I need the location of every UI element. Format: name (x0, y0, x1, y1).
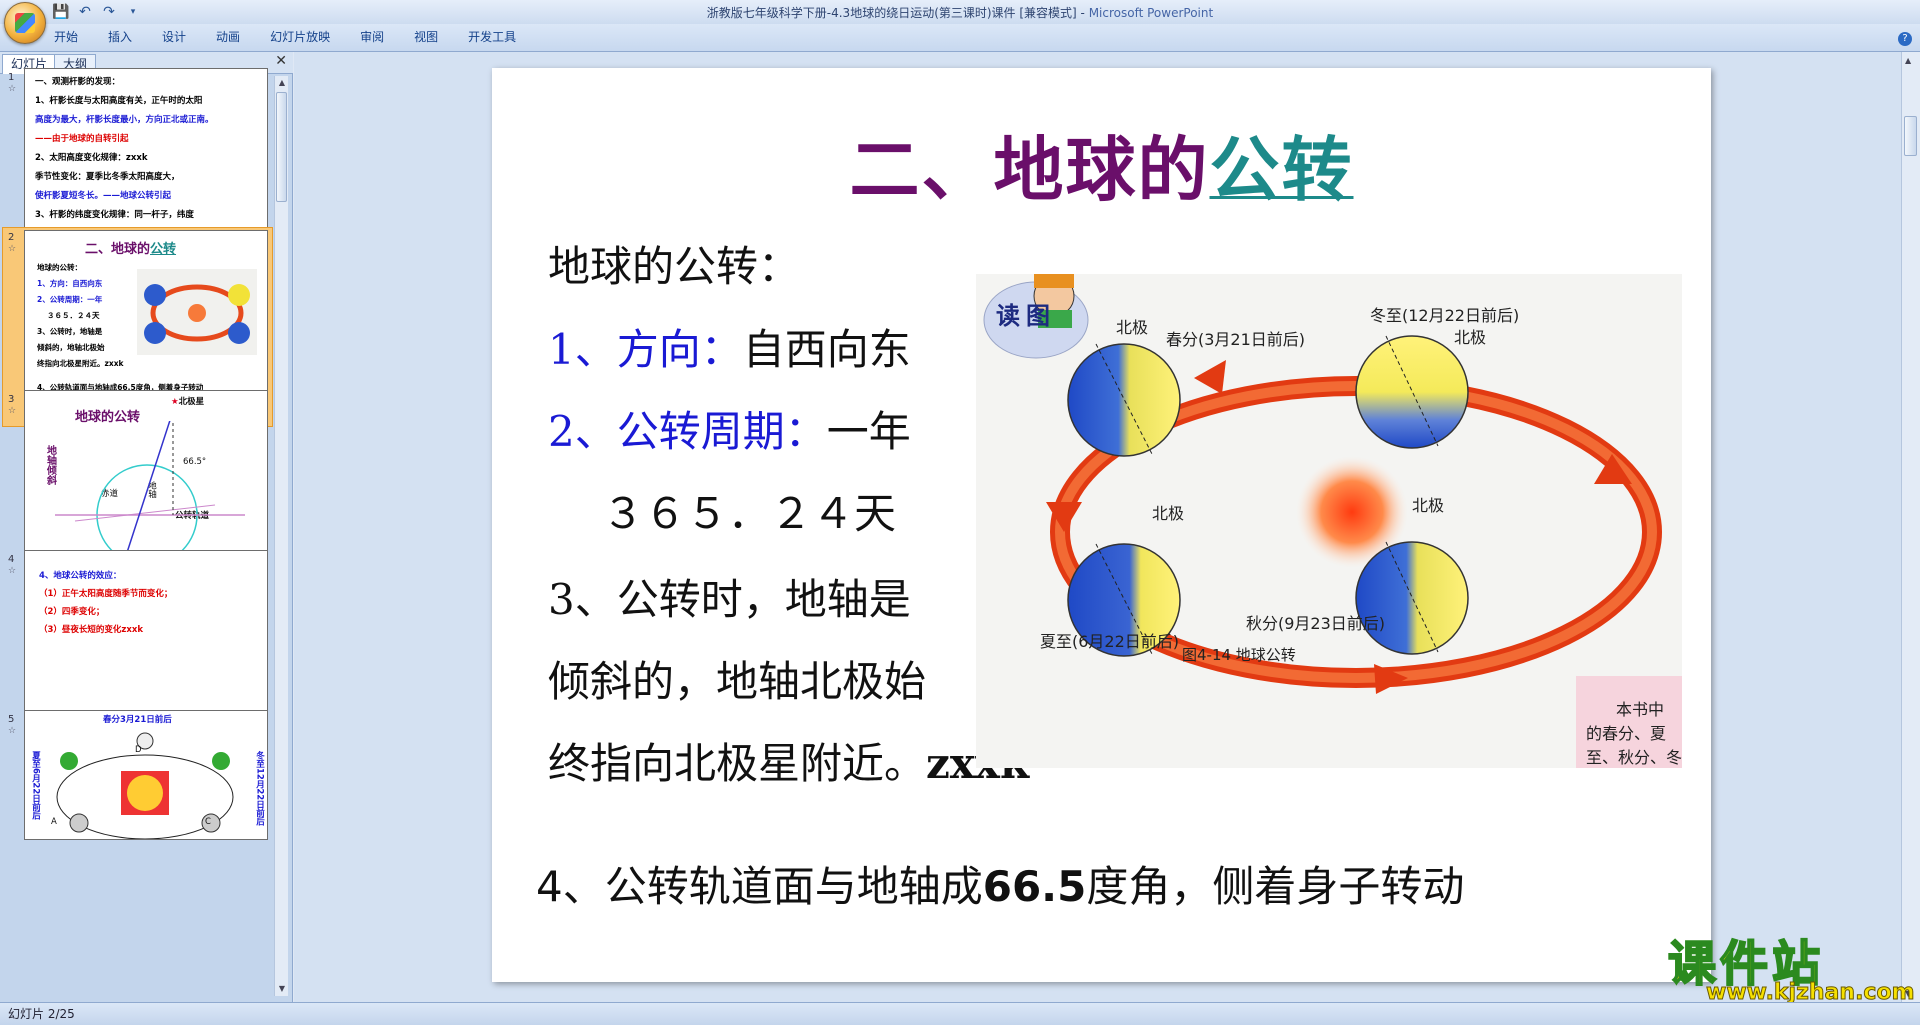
thumb-text-line: ——由于地球的自转引起 (35, 134, 129, 144)
body-line-period: 2、公转周期：一年 (548, 407, 911, 456)
thumb-text-line: 地球的公转： (37, 263, 82, 272)
body-line-angle: 4、公转轨道面与地轴成66.5度角，侧着身子转动 (536, 862, 1465, 911)
thumb-text-line: 1、杆影长度与太阳高度有关，正午时的太阳 (35, 96, 203, 106)
thumb-text-line: 1、方向：自西向东 (37, 279, 103, 288)
thumb-number: 4 (8, 554, 15, 565)
ribbon-tab[interactable]: 动画 (212, 26, 244, 47)
thumbnails-scrollbar[interactable]: ▲ ▼ (274, 76, 288, 996)
office-button[interactable] (4, 2, 46, 44)
editor-scrollbar[interactable]: ▲ ▼ (1901, 52, 1920, 1002)
ribbon-tab[interactable]: 视图 (410, 26, 442, 47)
orbit-arrow-icon (1194, 360, 1226, 394)
thumb-label: 夏至6月22日前后 (30, 751, 41, 820)
figure-label: 春分(3月21日前后) (1166, 330, 1306, 349)
thumb-text-line: ３６５．２４天 (47, 311, 100, 320)
body-line-heading: 地球的公转： (548, 242, 801, 291)
thumb-label: C (205, 817, 211, 827)
earth-spring-icon (1067, 343, 1181, 457)
earth-orbit-figure: 读图 北极 春分(3月21日前后) 冬至(12月22日前后) 北极 北极 北极 … (976, 274, 1682, 768)
close-pane-icon[interactable]: ✕ (275, 53, 287, 69)
earth-autumn-icon (1355, 541, 1469, 655)
transition-star-icon: ☆ (8, 244, 17, 254)
thumb-text-line: （1）正午太阳高度随季节而变化； (39, 589, 173, 599)
body-line-direction: 1、方向：自西向东 (548, 325, 911, 374)
thumb-text-line: 3、杆影的纬度变化规律：同一杆子，纬度 (35, 210, 194, 220)
thumb-text-line: 倾斜的，地轴北极始 (37, 343, 105, 352)
ribbon-tab[interactable]: 插入 (104, 26, 136, 47)
thumb-text-line: 2、公转周期：一年 (37, 295, 103, 304)
scroll-thumb[interactable] (276, 92, 287, 202)
transition-star-icon: ☆ (8, 566, 17, 576)
thumb-number: 1 (8, 72, 15, 83)
body-line-axis-a: 3、公转时，地轴是 (548, 575, 911, 624)
thumb-orbit-figure (137, 269, 257, 355)
slide-title: 二、地球的公转 (849, 128, 1354, 211)
body-line-axis-b: 倾斜的，地轴北极始 (548, 657, 927, 706)
thumb-label: 冬至12月22日前后 (254, 751, 265, 826)
scroll-up-icon[interactable]: ▲ (1905, 56, 1911, 65)
ribbon-tab[interactable]: 设计 (158, 26, 190, 47)
thumb-axis-figure (55, 421, 245, 571)
read-figure-badge: 读图 (996, 302, 1056, 330)
thumb-number: 2 (8, 232, 15, 243)
title-bar: 💾 ↶ ↷ ▾ 浙教版七年级科学下册-4.3地球的绕日运动(第三课时)课件 [兼… (0, 0, 1920, 24)
thumb-title: 二、地球的公转 (85, 242, 177, 257)
thumb-text-line: （2）四季变化； (39, 607, 105, 617)
thumb-text-line: （3）昼夜长短的变化zxxk (39, 625, 143, 635)
thumb-number: 5 (8, 714, 15, 725)
thumb-text-line: 使杆影夏短冬长。——地球公转引起 (35, 191, 172, 201)
slide-thumbnail-5[interactable]: 春分3月21日前后 夏至6月22日前后 冬至12月22日前后 D A C (24, 710, 268, 840)
thumb-number: 3 (8, 394, 15, 405)
site-watermark: 课件站 www.kjzhan.com (1667, 924, 1915, 1006)
office-logo-icon (15, 13, 35, 33)
transition-star-icon: ☆ (8, 84, 17, 94)
figure-label: 秋分(9月23日前后) (1246, 614, 1386, 633)
thumb-text-line: 一、观测杆影的发现： (35, 77, 121, 87)
figure-note: 本书中 的春分、夏 至、秋分、冬 (1576, 676, 1682, 768)
scroll-up-icon[interactable]: ▲ (275, 76, 289, 90)
figure-caption: 图4-14 地球公转 (1182, 646, 1296, 664)
figure-label: 冬至(12月22日前后) (1370, 306, 1520, 325)
thumb-text-line: 高度为最大，杆影长度最小，方向正北或正南。 (35, 115, 214, 125)
figure-label: 北极 (1152, 504, 1185, 523)
thumb-text-line: 4、地球公转的效应： (39, 571, 122, 581)
ribbon-tabs: 开始 插入 设计 动画 幻灯片放映 审阅 视图 开发工具 (50, 26, 520, 47)
current-slide[interactable]: 二、地球的公转 地球的公转： 1、方向：自西向东 2、公转周期：一年 ３６５．２… (492, 68, 1711, 982)
slides-pane: 幻灯片 大纲 ✕ 1 ☆ 一、观测杆影的发现： 1、杆影长度与太阳高度有关，正午时… (0, 52, 293, 1002)
body-line-axis-c: 终指向北极星附近。zxxk (548, 739, 1029, 788)
thumb-label: 春分3月21日前后 (103, 715, 172, 725)
transition-star-icon: ☆ (8, 406, 17, 416)
thumb-label: D (135, 745, 142, 755)
transition-star-icon: ☆ (8, 726, 17, 736)
figure-label: 北极 (1454, 328, 1487, 347)
window-title: 浙教版七年级科学下册-4.3地球的绕日运动(第三课时)课件 [兼容模式] - M… (706, 6, 1214, 20)
status-bar: 幻灯片 2/25 (0, 1002, 1920, 1025)
figure-label: 北极 (1116, 318, 1149, 337)
scroll-thumb[interactable] (1904, 116, 1917, 156)
earth-winter-icon (1355, 335, 1469, 449)
help-icon[interactable]: ? (1898, 32, 1912, 46)
scroll-down-icon[interactable]: ▼ (275, 982, 289, 996)
ribbon-tab[interactable]: 开始 (50, 26, 82, 47)
ribbon-tab[interactable]: 开发工具 (464, 26, 520, 47)
title-link[interactable]: 公转 (1210, 128, 1354, 211)
thumb-text-line: 3、公转时，地轴是 (37, 327, 103, 336)
ribbon-tab[interactable]: 幻灯片放映 (266, 26, 334, 47)
body-line-days: ３６５．２４天 (602, 489, 897, 538)
figure-label: 夏至(6月22日前后) (1040, 632, 1180, 651)
thumb-seasons-figure (56, 732, 234, 839)
figure-label: 北极 (1412, 496, 1445, 515)
ribbon-tab[interactable]: 审阅 (356, 26, 388, 47)
thumb-text-line: 季节性变化：夏季比冬季太阳高度大， (35, 172, 180, 182)
thumb-text-line: 终指向北极星附近。zxxk (37, 359, 124, 368)
thumb-label: A (51, 817, 57, 827)
thumb-text-line: 2、太阳高度变化规律：zxxk (35, 153, 148, 163)
thumb-label: ★北极星 (171, 397, 205, 407)
slide-indicator: 幻灯片 2/25 (8, 1007, 75, 1021)
